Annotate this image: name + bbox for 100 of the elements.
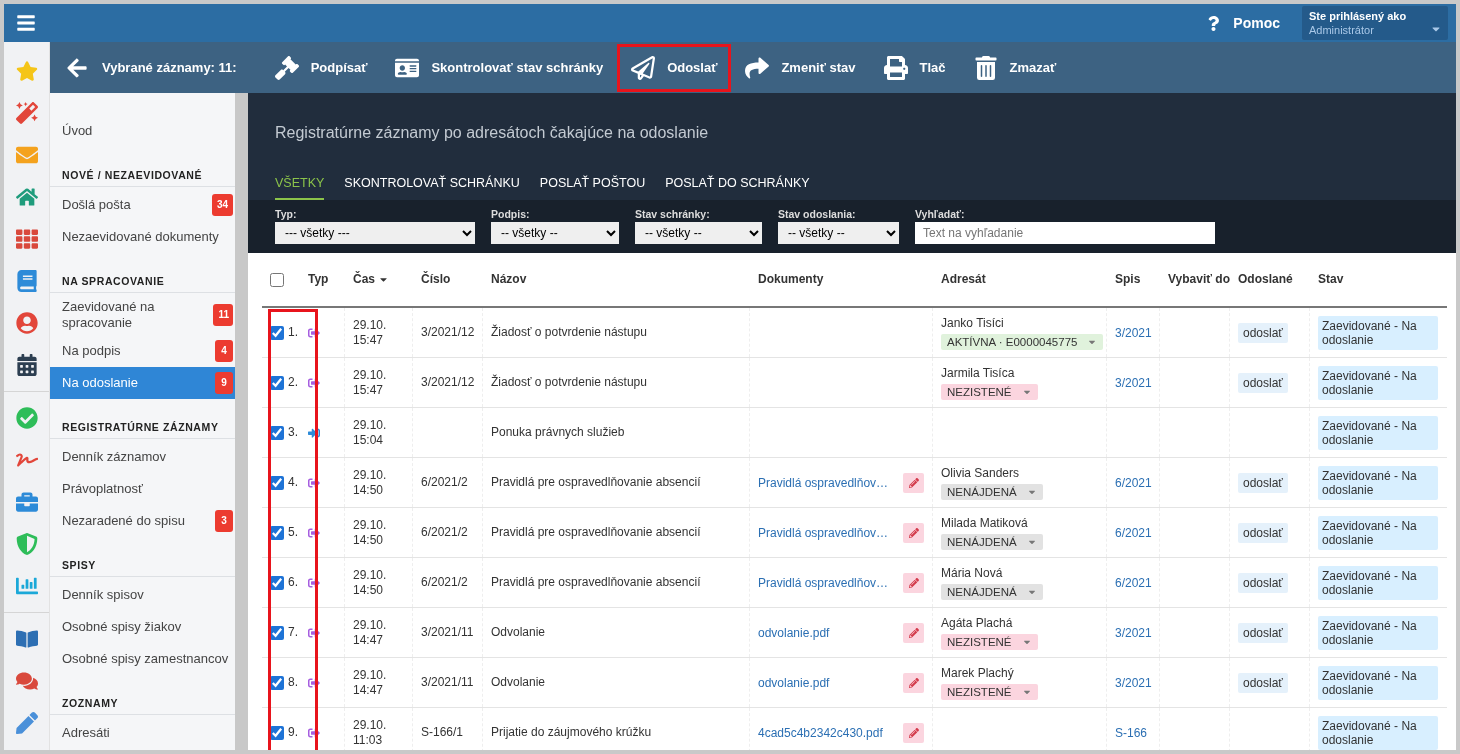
row-checkbox[interactable]	[270, 475, 284, 490]
edit-button[interactable]	[903, 722, 924, 743]
status-dropdown[interactable]: NEZISTENÉ	[941, 383, 1038, 400]
toolbar-button[interactable]: Odoslať	[617, 43, 732, 92]
edit-button[interactable]	[903, 472, 924, 493]
tab[interactable]: SKONTROLOVAŤ SCHRÁNKU	[344, 176, 520, 200]
filter-select[interactable]: -- všetky --	[778, 222, 899, 244]
status-dropdown[interactable]: NENÁJDENÁ	[941, 583, 1043, 600]
status-dropdown[interactable]: NENÁJDENÁ	[941, 533, 1043, 550]
send-tag[interactable]: odoslať	[1238, 522, 1288, 543]
document-link[interactable]: 4cad5c4b2342c430.pdf	[758, 725, 883, 740]
row-checkbox[interactable]	[270, 625, 284, 640]
send-tag[interactable]: odoslať	[1238, 372, 1288, 393]
file-link[interactable]: S-166	[1115, 725, 1148, 740]
edit-button[interactable]	[903, 622, 924, 643]
sidebar-item[interactable]: Právoplatnosť	[50, 473, 235, 505]
row-checkbox[interactable]	[270, 525, 284, 540]
back-arrow-icon[interactable]	[66, 56, 88, 79]
sidebar-item[interactable]: Osobné spisy žiakov	[50, 611, 235, 643]
select-all-checkbox[interactable]	[270, 272, 284, 287]
row-checkbox[interactable]	[270, 375, 284, 390]
send-tag[interactable]: odoslať	[1238, 322, 1288, 343]
sidebar-item[interactable]: Na podpis 4	[50, 335, 235, 367]
toolbar-button[interactable]: Tlač	[869, 43, 960, 92]
table-row[interactable]: 7. 29.10. 14:47 3/2021/11 Odvolanie odvolanie.pdf Agáta Plachá NEZISTENÉ 3/2021 odoslať Zaevidované - Na odoslanie	[262, 608, 1447, 658]
table-row[interactable]: 9. 29.10. 11:03 S-166/1 Prijatie do záujmového krúžku 4cad5c4b2342c430.pdf S-166 Zaevidované - Na odoslanie	[262, 708, 1447, 750]
sidebar-item[interactable]: Nezaevidované dokumenty	[50, 221, 235, 253]
column-header[interactable]: Čas	[345, 273, 413, 286]
document-link[interactable]: odvolanie.pdf	[758, 625, 830, 640]
file-link[interactable]: 6/2021	[1115, 525, 1152, 540]
table-row[interactable]: 1. 29.10. 15:47 3/2021/12 Žiadosť o potvrdenie nástupu Janko Tisíci AKTÍVNA · E0000045775 3/2021 odoslať Zaevidované - Na odoslanie	[262, 308, 1447, 358]
search-field[interactable]: Text na vyhľadanie	[915, 222, 1215, 244]
filter-select[interactable]: -- všetky --	[635, 222, 762, 244]
table-row[interactable]: 4. 29.10. 14:50 6/2021/2 Pravidlá pre ospravedlňovanie absencií Pravidlá ospravedlňov… Olivia Sanders NENÁJDENÁ 6/2021 odoslať Zaevidované - Na odoslanie	[262, 458, 1447, 508]
send-tag[interactable]: odoslať	[1238, 472, 1288, 493]
pencil-icon	[908, 727, 919, 738]
selected-count: Vybrané záznamy: 11:	[102, 60, 237, 75]
gavel-icon	[274, 55, 299, 80]
number-cell: 3/2021/12	[421, 325, 475, 340]
send-tag[interactable]: odoslať	[1238, 672, 1288, 693]
table-row[interactable]: 6. 29.10. 14:50 6/2021/2 Pravidlá pre ospravedlňovanie absencií Pravidlá ospravedlňov… Mária Nová NENÁJDENÁ 6/2021 odoslať Zaevidované - Na odoslanie	[262, 558, 1447, 608]
filter-select[interactable]: --- všetky ---	[275, 222, 475, 244]
status-dropdown[interactable]: NENÁJDENÁ	[941, 483, 1043, 500]
file-link[interactable]: 3/2021	[1115, 375, 1152, 390]
filter-select[interactable]: -- všetky --	[491, 222, 619, 244]
sidebar-item[interactable]: Zaevidované na spracovanie 11	[50, 295, 235, 335]
row-number: 2.	[288, 375, 298, 390]
toolbar-button[interactable]: Zmeniť stav	[731, 43, 870, 92]
row-number: 8.	[288, 675, 298, 690]
sidebar-item[interactable]: Úvod	[50, 115, 235, 147]
toolbar-button[interactable]: Skontrolovať stav schránky	[381, 43, 618, 92]
sign-out-icon	[308, 676, 320, 689]
edit-button[interactable]	[903, 672, 924, 693]
file-link[interactable]: 3/2021	[1115, 675, 1152, 690]
row-checkbox[interactable]	[270, 425, 284, 440]
toolbar-button[interactable]: Podpísať	[260, 43, 382, 92]
edit-button[interactable]	[903, 522, 924, 543]
send-tag[interactable]: odoslať	[1238, 572, 1288, 593]
sidebar-item[interactable]: Došlá pošta 34	[50, 189, 235, 221]
row-checkbox[interactable]	[270, 325, 284, 340]
count-badge: 3	[215, 510, 233, 532]
addressee-name: Mária Nová	[941, 565, 1004, 581]
tab[interactable]: POSLAŤ POŠTOU	[539, 176, 646, 200]
row-checkbox[interactable]	[270, 575, 284, 590]
table-row[interactable]: 3. 29.10. 15:04 Ponuka právnych služieb Zaevidované - Na odoslanie	[262, 408, 1447, 458]
addressee-name: Agáta Plachá	[941, 615, 1014, 631]
table-row[interactable]: 2. 29.10. 15:47 3/2021/12 Žiadosť o potvrdenie nástupu Jarmila Tisíca NEZISTENÉ 3/2021 odoslať Zaevidované - Na odoslanie	[262, 358, 1447, 408]
menu-icon[interactable]	[16, 13, 36, 33]
sign-in-icon	[308, 426, 320, 439]
column-header: Adresát	[940, 273, 987, 286]
row-checkbox[interactable]	[270, 675, 284, 690]
toolbar-button[interactable]: Zmazať	[959, 43, 1071, 92]
file-link[interactable]: 6/2021	[1115, 475, 1152, 490]
table-row[interactable]: 8. 29.10. 14:47 3/2021/11 Odvolanie odvolanie.pdf Marek Plachý NEZISTENÉ 3/2021 odoslať Zaevidované - Na odoslanie	[262, 658, 1447, 708]
user-menu[interactable]: Ste prihlásený ako Administrátor	[1302, 6, 1448, 40]
send-tag[interactable]: odoslať	[1238, 622, 1288, 643]
edit-button[interactable]	[903, 572, 924, 593]
help-link[interactable]: Pomoc	[1206, 15, 1280, 31]
sidebar-item[interactable]: Osobné spisy zamestnancov	[50, 643, 235, 675]
tab[interactable]: POSLAŤ DO SCHRÁNKY	[665, 176, 810, 200]
file-link[interactable]: 3/2021	[1115, 625, 1152, 640]
file-link[interactable]: 3/2021	[1115, 325, 1152, 340]
sidebar-item[interactable]: Denník spisov	[50, 579, 235, 611]
status-dropdown[interactable]: NEZISTENÉ	[941, 683, 1038, 700]
sidebar-item[interactable]: Adresáti	[50, 717, 235, 749]
sidebar-item[interactable]: Denník záznamov	[50, 441, 235, 473]
document-link[interactable]: odvolanie.pdf	[758, 675, 830, 690]
number-cell: 6/2021/2	[421, 525, 468, 540]
status-dropdown[interactable]: AKTÍVNA · E0000045775	[941, 333, 1104, 350]
sidebar-item[interactable]: Na odoslanie 9	[50, 367, 235, 399]
file-link[interactable]: 6/2021	[1115, 575, 1152, 590]
document-link[interactable]: Pravidlá ospravedlňov…	[758, 575, 889, 590]
row-checkbox[interactable]	[270, 725, 284, 740]
count-badge: 9	[215, 372, 233, 394]
document-link[interactable]: Pravidlá ospravedlňov…	[758, 475, 889, 490]
count-badge: 34	[211, 194, 233, 216]
document-link[interactable]: Pravidlá ospravedlňov…	[758, 525, 889, 540]
sidebar-item[interactable]: Nezaradené do spisu 3	[50, 505, 235, 537]
status-dropdown[interactable]: NEZISTENÉ	[941, 633, 1038, 650]
table-row[interactable]: 5. 29.10. 14:50 6/2021/2 Pravidlá pre ospravedlňovanie absencií Pravidlá ospravedlňov… Milada Matiková NENÁJDENÁ 6/2021 odoslať Zaevidované - Na odoslanie	[262, 508, 1447, 558]
